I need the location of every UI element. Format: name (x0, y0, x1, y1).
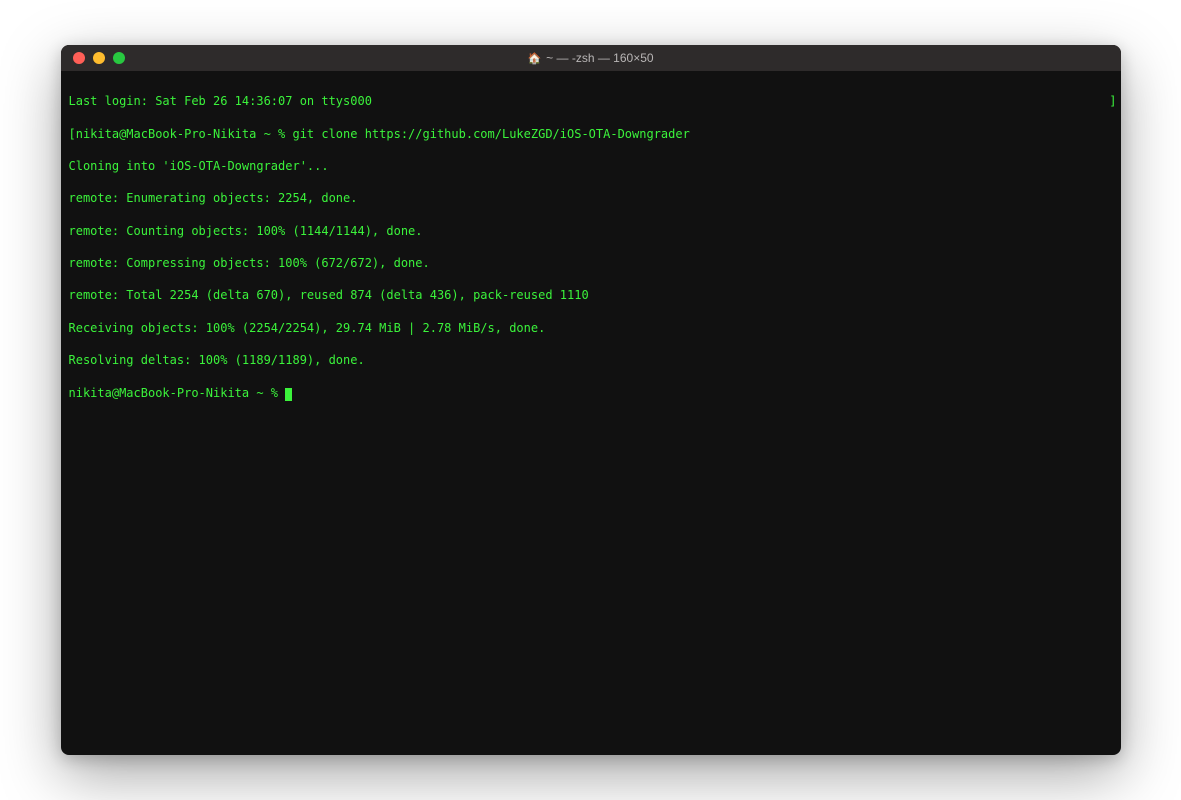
right-bracket: ] (1109, 93, 1116, 109)
terminal-line: [nikita@MacBook-Pro-Nikita ~ % git clone… (69, 126, 1113, 142)
terminal-line: Receiving objects: 100% (2254/2254), 29.… (69, 320, 1113, 336)
maximize-icon[interactable] (113, 52, 125, 64)
terminal-line: Last login: Sat Feb 26 14:36:07 on ttys0… (69, 93, 1113, 109)
minimize-icon[interactable] (93, 52, 105, 64)
terminal-line: remote: Total 2254 (delta 670), reused 8… (69, 287, 1113, 303)
titlebar: 🏠 ~ — -zsh — 160×50 (61, 45, 1121, 71)
cursor-icon (285, 388, 292, 401)
terminal-prompt: nikita@MacBook-Pro-Nikita ~ % (69, 386, 286, 400)
terminal-prompt-line: nikita@MacBook-Pro-Nikita ~ % (69, 385, 1113, 401)
terminal-body[interactable]: Last login: Sat Feb 26 14:36:07 on ttys0… (61, 71, 1121, 755)
terminal-line: Resolving deltas: 100% (1189/1189), done… (69, 352, 1113, 368)
terminal-window: 🏠 ~ — -zsh — 160×50 Last login: Sat Feb … (61, 45, 1121, 755)
traffic-lights (61, 52, 125, 64)
window-title-text: ~ — -zsh — 160×50 (546, 51, 653, 65)
window-title: 🏠 ~ — -zsh — 160×50 (61, 51, 1121, 65)
terminal-line: remote: Compressing objects: 100% (672/6… (69, 255, 1113, 271)
home-icon: 🏠 (527, 52, 541, 65)
terminal-line: Cloning into 'iOS-OTA-Downgrader'... (69, 158, 1113, 174)
close-icon[interactable] (73, 52, 85, 64)
terminal-line: remote: Enumerating objects: 2254, done. (69, 190, 1113, 206)
terminal-line: remote: Counting objects: 100% (1144/114… (69, 223, 1113, 239)
